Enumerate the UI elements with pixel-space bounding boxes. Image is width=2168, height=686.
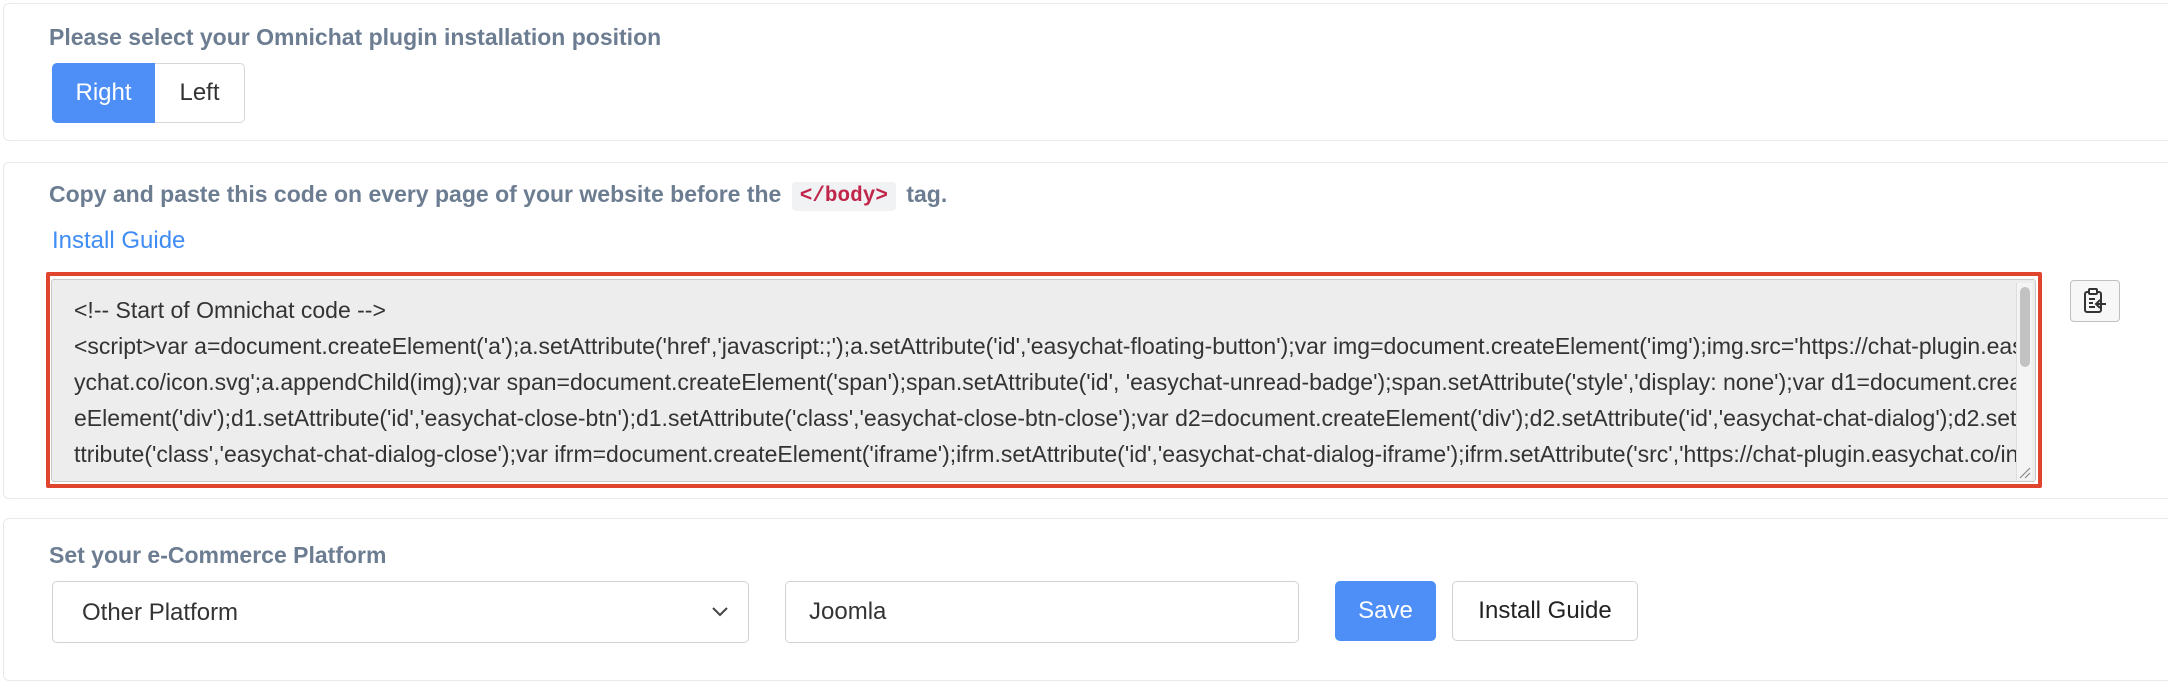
code-instruction-suffix: tag. bbox=[906, 181, 948, 207]
code-snippet-text: <!-- Start of Omnichat code --> <script>v… bbox=[74, 297, 2032, 481]
platform-section-label: Set your e-Commerce Platform bbox=[49, 542, 387, 568]
install-guide-link[interactable]: Install Guide bbox=[52, 227, 185, 255]
position-right-button[interactable]: Right bbox=[52, 63, 155, 123]
clipboard-copy-icon bbox=[2084, 288, 2106, 313]
position-left-button[interactable]: Left bbox=[155, 63, 245, 123]
platform-select[interactable]: Other Platform bbox=[52, 581, 749, 643]
code-instruction-text: Copy and paste this code on every page o… bbox=[49, 181, 782, 207]
code-instruction: Copy and paste this code on every page o… bbox=[49, 181, 947, 211]
chevron-down-icon bbox=[712, 607, 728, 617]
code-scrollbar[interactable] bbox=[2016, 283, 2032, 480]
copy-code-button[interactable] bbox=[2070, 280, 2120, 322]
platform-name-input[interactable] bbox=[785, 581, 1299, 643]
platform-select-value: Other Platform bbox=[82, 599, 239, 626]
save-button[interactable]: Save bbox=[1335, 581, 1436, 641]
body-tag-code: </body> bbox=[791, 182, 896, 211]
resize-grip-icon[interactable] bbox=[2017, 465, 2031, 479]
code-scroll-thumb[interactable] bbox=[2020, 287, 2030, 367]
position-toggle-group: Right Left bbox=[52, 63, 245, 123]
install-guide-button[interactable]: Install Guide bbox=[1452, 581, 1638, 641]
code-textarea[interactable]: <!-- Start of Omnichat code --> <script>v… bbox=[51, 279, 2036, 482]
position-section-label: Please select your Omnichat plugin insta… bbox=[49, 24, 662, 50]
